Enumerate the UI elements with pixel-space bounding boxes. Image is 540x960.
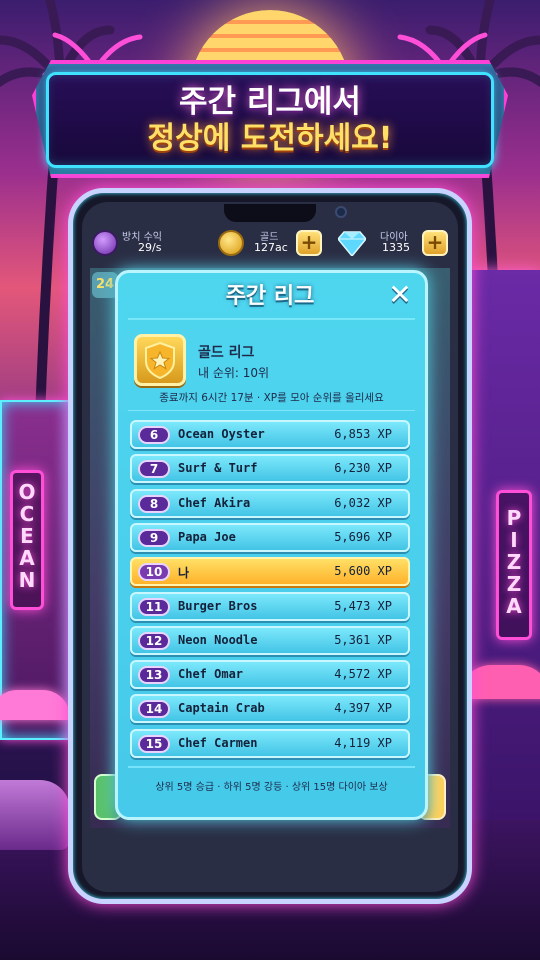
leaderboard-row[interactable]: 11 Burger Bros 5,473 XP: [130, 591, 410, 621]
rank-number: 15: [138, 734, 170, 753]
leaderboard-row[interactable]: 8 Chef Akira 6,032 XP: [130, 488, 410, 518]
leaderboard-row[interactable]: 7 Surf & Turf 6,230 XP: [130, 454, 410, 484]
player-name: Neon Noodle: [178, 632, 258, 647]
camera-icon: [335, 206, 347, 218]
umbrella-right: [460, 665, 540, 699]
leaderboard-row-me[interactable]: 10 나 5,600 XP: [130, 557, 410, 587]
rank-number: 11: [138, 597, 170, 616]
player-name: Chef Akira: [178, 495, 251, 510]
player-xp: 4,572 XP: [334, 667, 392, 682]
league-name: 골드 리그: [198, 345, 255, 361]
player-xp: 5,696 XP: [334, 529, 392, 544]
divider: [128, 318, 415, 320]
player-xp: 6,032 XP: [334, 495, 392, 510]
player-name: Chef Carmen: [178, 735, 258, 750]
rank-number: 10: [138, 563, 170, 582]
classic-car: [0, 780, 70, 850]
leaderboard-row[interactable]: 15 Chef Carmen 4,119 XP: [130, 728, 410, 758]
leaderboard-row[interactable]: 12 Neon Noodle 5,361 XP: [130, 625, 410, 655]
player-xp: 5,600 XP: [334, 564, 392, 579]
modal-title: 주간 리그: [225, 284, 315, 309]
close-button[interactable]: ✕: [386, 281, 414, 310]
add-gold-button[interactable]: +: [296, 230, 322, 256]
divider: [128, 766, 415, 768]
idle-income-icon: [92, 230, 118, 256]
league-timer-info: 종료까지 6시간 17분 · XP를 모아 순위를 올리세요: [159, 392, 384, 404]
player-name: Ocean Oyster: [178, 427, 265, 441]
idle-income: 방치 수익 29/s: [88, 226, 188, 262]
player-xp: 4,397 XP: [334, 701, 392, 716]
rank-number: 6: [138, 426, 170, 444]
my-rank: 내 순위: 10위: [198, 366, 270, 380]
phone-notch: [224, 204, 316, 222]
rank-number: 14: [138, 700, 170, 719]
player-name: Captain Crab: [178, 701, 265, 716]
shield-star-icon: [145, 341, 175, 380]
player-name: Papa Joe: [178, 529, 236, 544]
ocean-neon-sign: OCEAN: [10, 470, 44, 610]
rank-number: 12: [138, 631, 170, 650]
diamond-icon: [338, 231, 366, 256]
pizza-neon-sign: PIZZA: [496, 490, 532, 640]
player-name: Chef Omar: [178, 667, 244, 682]
player-name: Surf & Turf: [178, 461, 258, 476]
gold-league-badge: [134, 334, 186, 386]
rank-number: 13: [138, 666, 170, 685]
rank-number: 9: [138, 528, 170, 547]
player-xp: 4,119 XP: [334, 735, 392, 750]
diamond-value: 1335: [382, 241, 410, 254]
leaderboard-row[interactable]: 13 Chef Omar 4,572 XP: [130, 660, 410, 690]
rank-number: 8: [138, 494, 170, 513]
player-xp: 5,361 XP: [334, 632, 392, 647]
gold-coin-icon: [218, 230, 244, 256]
divider: [128, 410, 415, 411]
league-rules-info: 상위 5명 승급 · 하위 5명 강등 · 상위 15명 다이아 보상: [155, 782, 388, 793]
player-name: Burger Bros: [178, 598, 258, 613]
leaderboard-row[interactable]: 6 Ocean Oyster 6,853 XP: [130, 420, 410, 449]
player-xp: 6,853 XP: [334, 427, 392, 441]
add-diamond-button[interactable]: +: [422, 230, 448, 256]
banner-subheadline: 정상에 도전하세요!: [147, 121, 393, 156]
leaderboard-row[interactable]: 14 Captain Crab 4,397 XP: [130, 694, 410, 724]
rank-number: 7: [138, 460, 170, 479]
leaderboard-row[interactable]: 9 Papa Joe 5,696 XP: [130, 522, 410, 552]
player-xp: 5,473 XP: [334, 598, 392, 613]
idle-income-value: 29/s: [138, 241, 162, 254]
player-xp: 6,230 XP: [334, 461, 392, 476]
game-hud: 방치 수익 29/s 골드 127ac + 다이아 1335 +: [88, 226, 452, 262]
gold-value: 127ac: [254, 241, 288, 254]
player-name: 나: [178, 566, 190, 581]
